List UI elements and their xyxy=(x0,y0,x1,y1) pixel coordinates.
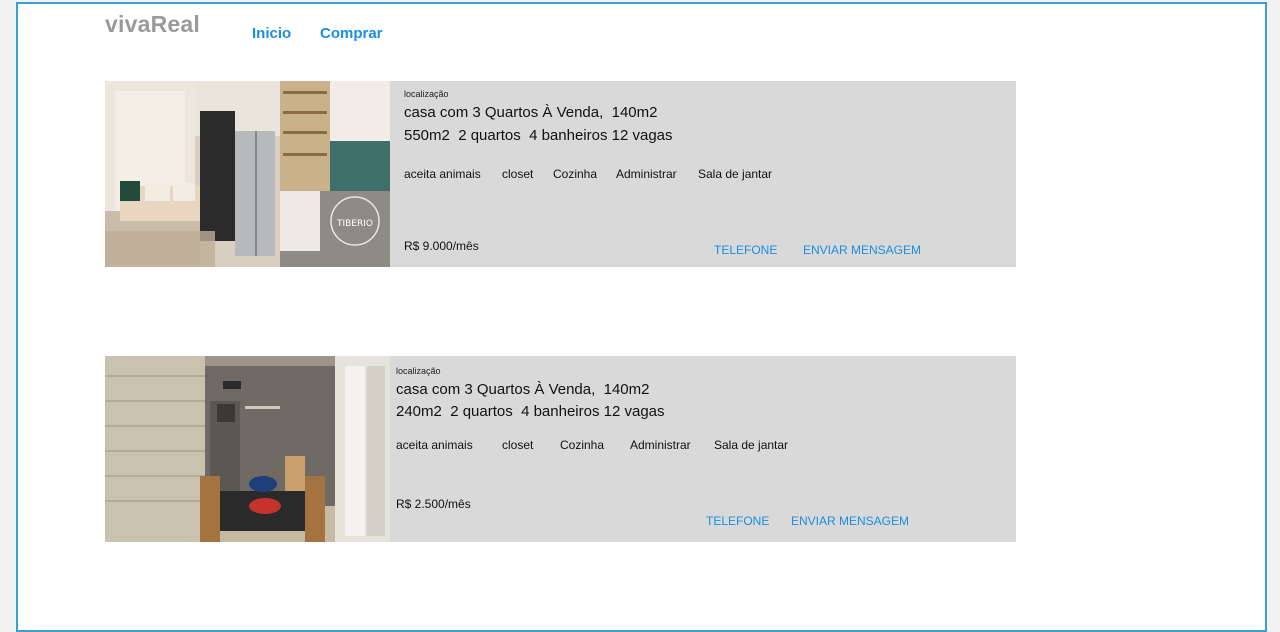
listing-details: 550m2 2 quartos 4 banheiros 12 vagas xyxy=(404,127,673,144)
nav-inicio[interactable]: Inicio xyxy=(252,25,291,42)
listing-price: R$ 2.500/mês xyxy=(396,497,471,511)
feature-tag: aceita animais xyxy=(396,438,473,452)
phone-button[interactable]: TELEFONE xyxy=(706,514,769,528)
feature-tag: closet xyxy=(502,167,534,181)
feature-tag: Cozinha xyxy=(553,167,598,181)
listing-price: R$ 9.000/mês xyxy=(404,239,479,253)
send-message-button[interactable]: ENVIAR MENSAGEM xyxy=(791,514,909,528)
logo[interactable]: vivaReal xyxy=(105,11,200,38)
location-label: localização xyxy=(396,366,441,376)
listing-photo-living-room[interactable]: TIBERIO xyxy=(105,81,390,267)
nav-comprar[interactable]: Comprar xyxy=(320,25,383,42)
listing-title[interactable]: casa com 3 Quartos À Venda, 140m2 xyxy=(404,104,657,121)
feature-tag: Sala de jantar xyxy=(698,167,773,181)
feature-tag: Sala de jantar xyxy=(714,438,789,452)
svg-text:TIBERIO: TIBERIO xyxy=(336,219,373,229)
listing-title[interactable]: casa com 3 Quartos À Venda, 140m2 xyxy=(396,381,649,398)
listing-card[interactable]: TIBERIO localização casa com 3 Quartos À… xyxy=(105,81,1016,267)
location-label: localização xyxy=(404,89,449,99)
feature-tag: Administrar xyxy=(616,167,677,181)
feature-tag: closet xyxy=(502,438,534,452)
listing-card[interactable]: localização casa com 3 Quartos À Venda, … xyxy=(105,356,1016,542)
phone-button[interactable]: TELEFONE xyxy=(714,243,777,257)
listing-details: 240m2 2 quartos 4 banheiros 12 vagas xyxy=(396,403,665,420)
send-message-button[interactable]: ENVIAR MENSAGEM xyxy=(803,243,921,257)
feature-tag: Administrar xyxy=(630,438,691,452)
listing-photo-dining-room[interactable] xyxy=(105,356,390,542)
feature-tag: Cozinha xyxy=(560,438,605,452)
feature-tag: aceita animais xyxy=(404,167,481,181)
